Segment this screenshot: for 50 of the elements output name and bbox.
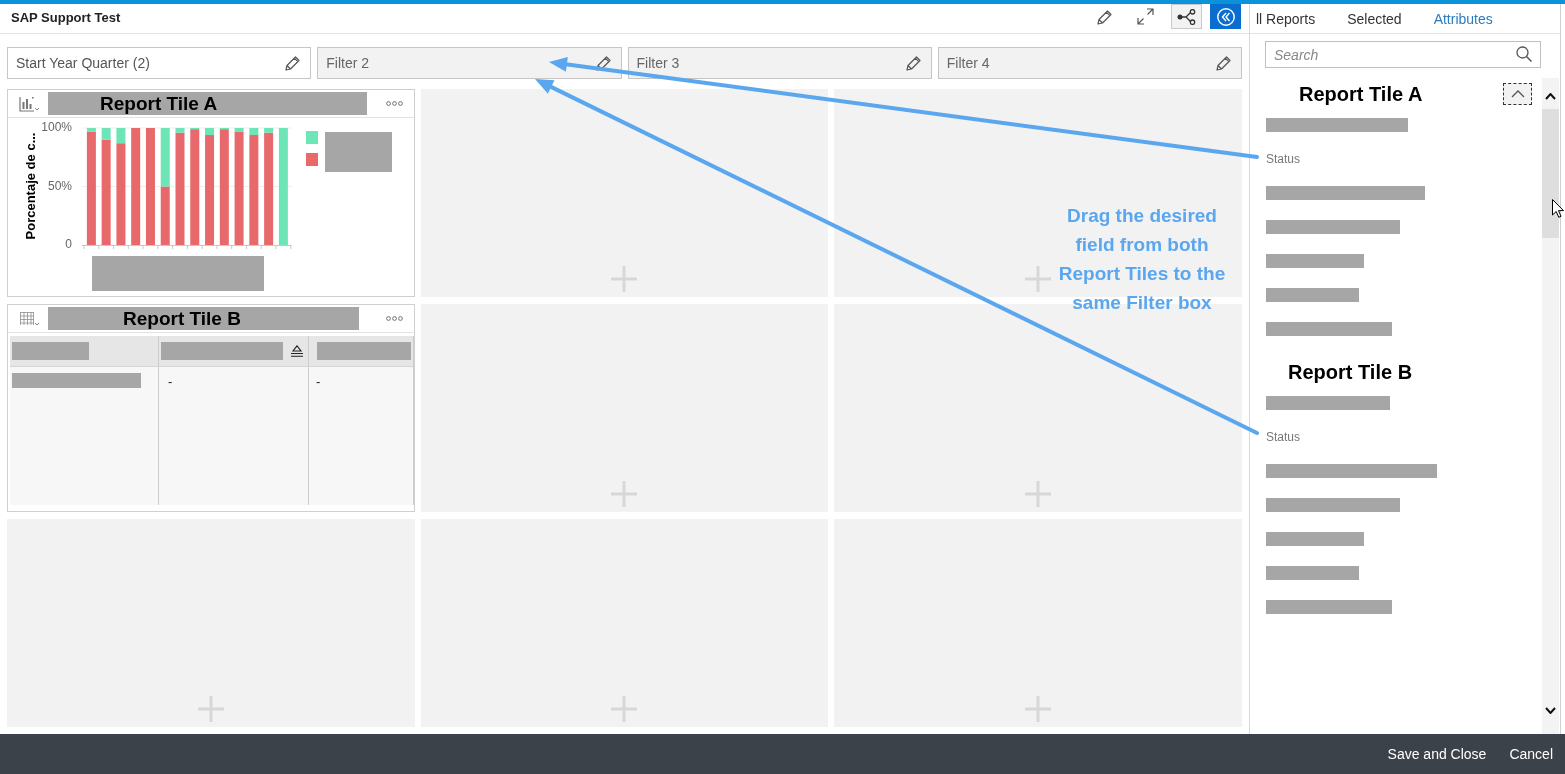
bar-chart-icon[interactable] xyxy=(19,95,40,112)
group-title: Report Tile A xyxy=(1299,82,1423,106)
redaction-block xyxy=(325,132,392,172)
footer-button[interactable]: Save and Close xyxy=(1387,746,1487,762)
table-cell-text: - xyxy=(167,373,174,390)
scrollbar-thumb[interactable] xyxy=(1542,109,1559,238)
axis-label: 0 xyxy=(65,237,72,252)
filter-box[interactable]: Start Year Quarter (2) xyxy=(7,47,312,79)
tile-title: Report Tile B xyxy=(48,307,359,330)
double-chevron-left-icon xyxy=(1216,7,1235,26)
annotation-text: Drag the desired field from both Report Tiles to the same Filter box xyxy=(1057,204,1227,315)
share-button[interactable] xyxy=(1171,4,1202,29)
footer-button[interactable]: Cancel xyxy=(1509,746,1553,762)
share-icon xyxy=(1177,8,1196,25)
chart-bar xyxy=(160,128,170,187)
more-icon[interactable] xyxy=(385,101,403,106)
filter-box[interactable]: Filter 3 xyxy=(627,47,932,79)
chart-bar xyxy=(160,186,170,245)
pencil-icon[interactable] xyxy=(285,55,302,71)
scrollbar-track[interactable] xyxy=(1542,78,1559,734)
axis-label: 50% xyxy=(47,178,72,193)
filter-box[interactable]: Filter 4 xyxy=(937,47,1242,79)
sort-icon[interactable] xyxy=(290,345,304,357)
group-title: Report Tile B xyxy=(1288,360,1413,384)
search-field[interactable]: Search xyxy=(1265,41,1541,68)
sidebar-tab[interactable]: Selected xyxy=(1347,10,1402,27)
search-icon[interactable] xyxy=(1516,46,1532,62)
chevron-up-icon xyxy=(1510,90,1525,98)
fullscreen-icon[interactable] xyxy=(1137,8,1154,25)
column-header[interactable] xyxy=(10,336,159,367)
field-item[interactable]: Status xyxy=(1266,152,1301,166)
app-title: SAP Support Test xyxy=(11,10,121,25)
collapse-button[interactable] xyxy=(1503,83,1532,105)
sidebar-tab[interactable]: ll Reports xyxy=(1256,10,1316,27)
column-header[interactable] xyxy=(309,336,414,367)
tile-title: Report Tile A xyxy=(48,92,367,115)
more-icon[interactable] xyxy=(385,316,403,321)
pencil-icon[interactable] xyxy=(905,55,922,71)
scroll-down-icon xyxy=(1545,707,1556,714)
filter-box[interactable]: Filter 2 xyxy=(317,47,622,79)
sidebar-tab[interactable]: Attributes xyxy=(1433,10,1493,27)
panel-toggle-button[interactable] xyxy=(1210,4,1241,29)
field-item[interactable]: Status xyxy=(1266,430,1301,444)
axis-label: 100% xyxy=(41,120,72,135)
table-icon[interactable] xyxy=(19,310,40,327)
scroll-up-icon xyxy=(1545,93,1556,100)
pencil-icon[interactable] xyxy=(1216,55,1232,71)
axis-title: Porcentaje de c... xyxy=(23,132,39,240)
pencil-icon[interactable] xyxy=(1097,8,1113,25)
table-cell-text: - xyxy=(315,373,322,390)
